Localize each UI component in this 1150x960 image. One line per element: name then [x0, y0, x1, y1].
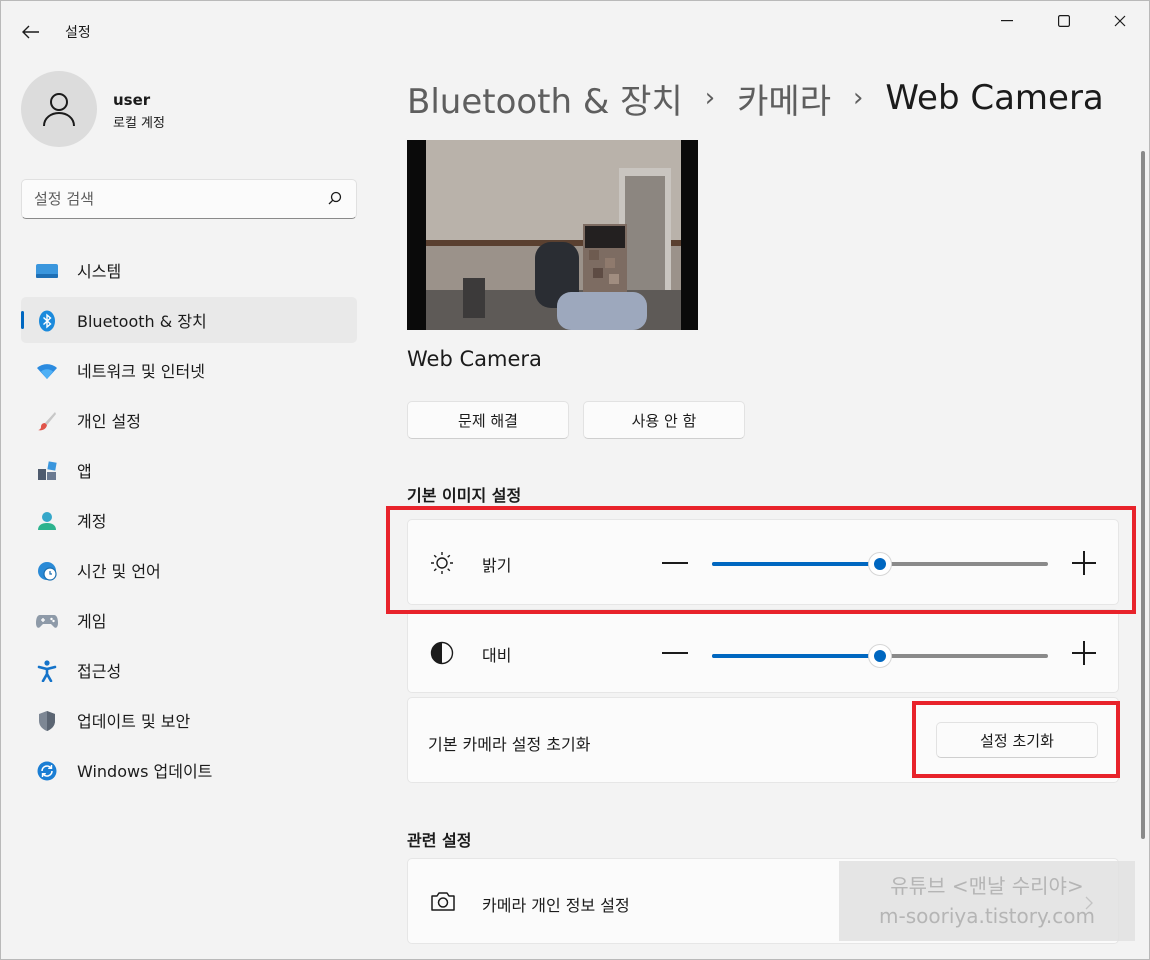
user-name: user [113, 91, 151, 109]
contrast-label: 대비 [482, 646, 512, 665]
disable-button[interactable]: 사용 안 함 [583, 401, 745, 439]
camera-preview-image [407, 140, 698, 330]
sidebar-item-windows-update[interactable]: Windows 업데이트 [21, 747, 357, 793]
windows-update-icon [36, 760, 58, 782]
breadcrumb-separator: › [704, 83, 716, 113]
globe-clock-icon [36, 560, 58, 582]
sidebar-item-label: Bluetooth & 장치 [77, 312, 207, 331]
wifi-icon [36, 360, 58, 382]
camera-preview [407, 140, 698, 330]
sidebar-item-network[interactable]: 네트워크 및 인터넷 [21, 347, 357, 393]
sidebar-item-label: 게임 [77, 612, 107, 631]
contrast-increase-icon[interactable] [1072, 641, 1096, 665]
back-arrow-icon[interactable] [13, 17, 49, 47]
sidebar-item-label: 접근성 [77, 662, 122, 681]
settings-search[interactable] [21, 179, 357, 219]
sidebar-nav: 시스템 Bluetooth & 장치 네트워크 및 인터넷 개인 설정 앱 계정… [21, 247, 357, 797]
sidebar-item-accessibility[interactable]: 접근성 [21, 647, 357, 693]
sidebar-item-label: 네트워크 및 인터넷 [77, 362, 205, 381]
app-title: 설정 [65, 25, 91, 41]
settings-window: 설정 user 로컬 계정 시스템 [0, 0, 1150, 960]
sidebar-item-system[interactable]: 시스템 [21, 247, 357, 293]
close-icon[interactable] [1097, 1, 1143, 41]
sidebar-item-gaming[interactable]: 게임 [21, 597, 357, 643]
maximize-icon[interactable] [1041, 1, 1087, 41]
gamepad-icon [36, 610, 58, 632]
sidebar-item-update-security[interactable]: 업데이트 및 보안 [21, 697, 357, 743]
camera-privacy-label: 카메라 개인 정보 설정 [482, 896, 630, 915]
sidebar-item-label: 시스템 [77, 262, 122, 281]
contrast-slider-thumb[interactable] [868, 644, 892, 668]
troubleshoot-button[interactable]: 문제 해결 [407, 401, 569, 439]
breadcrumb: Bluetooth & 장치 › 카메라 › Web Camera [407, 74, 1104, 123]
minimize-icon[interactable] [984, 1, 1030, 41]
shield-icon [36, 710, 58, 732]
section-title-related: 관련 설정 [407, 831, 472, 850]
watermark-line2: m-sooriya.tistory.com [879, 904, 1095, 928]
sidebar-item-label: 계정 [77, 512, 107, 531]
watermark: 유튜브 <맨날 수리야> m-sooriya.tistory.com [839, 861, 1135, 941]
search-icon[interactable] [326, 190, 344, 208]
contrast-icon [430, 641, 454, 669]
brush-icon [36, 410, 58, 432]
reset-description: 기본 카메라 설정 초기화 [428, 735, 591, 754]
account-icon [36, 510, 58, 532]
contrast-slider[interactable] [712, 644, 1048, 668]
title-bar: 설정 [1, 1, 1150, 61]
sidebar-item-personalization[interactable]: 개인 설정 [21, 397, 357, 443]
camera-name: Web Camera [407, 347, 542, 371]
sidebar-item-apps[interactable]: 앱 [21, 447, 357, 493]
page-title: Web Camera [885, 78, 1104, 118]
system-icon [36, 260, 58, 282]
contrast-decrease-icon[interactable] [662, 652, 688, 654]
accessibility-icon [36, 660, 58, 682]
account-type: 로컬 계정 [113, 116, 165, 131]
breadcrumb-bluetooth[interactable]: Bluetooth & 장치 [407, 74, 683, 123]
contrast-card: 대비 [407, 609, 1119, 693]
sidebar-item-label: 업데이트 및 보안 [77, 712, 191, 731]
section-title-basic-image: 기본 이미지 설정 [407, 486, 522, 505]
sidebar-item-bluetooth[interactable]: Bluetooth & 장치 [21, 297, 357, 343]
sidebar-item-accounts[interactable]: 계정 [21, 497, 357, 543]
avatar [21, 71, 97, 147]
camera-icon [430, 890, 456, 916]
breadcrumb-camera[interactable]: 카메라 [737, 74, 831, 123]
sidebar-item-time-language[interactable]: 시간 및 언어 [21, 547, 357, 593]
user-profile[interactable]: user 로컬 계정 [21, 71, 361, 151]
apps-icon [36, 460, 58, 482]
contrast-slider-fill [712, 654, 880, 658]
scrollbar[interactable] [1141, 151, 1145, 839]
person-icon [43, 93, 75, 127]
sidebar-item-label: 개인 설정 [77, 412, 141, 431]
search-input[interactable] [34, 188, 314, 210]
bluetooth-icon [36, 310, 58, 332]
highlight-box-brightness [386, 506, 1136, 614]
highlight-box-reset [912, 701, 1120, 778]
breadcrumb-separator: › [853, 83, 864, 113]
sidebar-item-label: 앱 [77, 462, 92, 481]
sidebar-item-label: 시간 및 언어 [77, 562, 161, 581]
watermark-line1: 유튜브 <맨날 수리야> [890, 874, 1084, 898]
sidebar-item-label: Windows 업데이트 [77, 762, 213, 781]
